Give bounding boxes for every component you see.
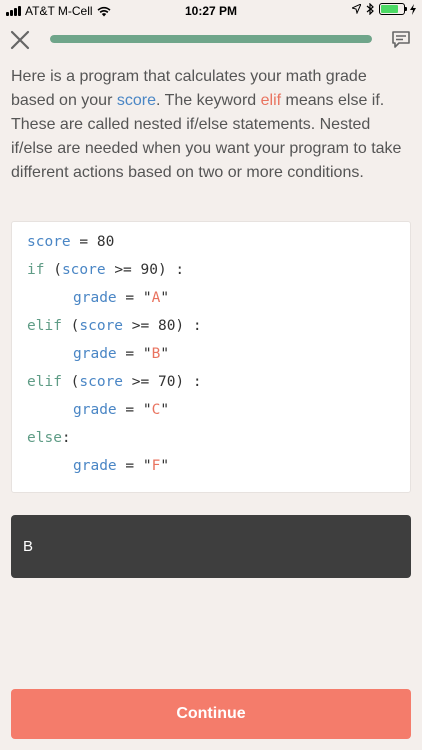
lesson-description: Here is a program that calculates your m… [11, 65, 411, 185]
code-line-5: grade = "B" [73, 346, 170, 362]
code-line-3: grade = "A" [73, 290, 170, 306]
lesson-header [0, 26, 422, 54]
charging-icon [410, 3, 416, 15]
code-block: score = 80 if (score >= 90) : grade = "A… [11, 221, 411, 493]
program-output: B [11, 515, 411, 578]
close-icon[interactable] [9, 29, 31, 51]
bluetooth-icon [366, 3, 374, 15]
score-keyword: score [116, 92, 156, 109]
lesson-progress-bar [50, 35, 372, 43]
code-line-2: if (score >= 90) : [27, 262, 185, 278]
elif-keyword: elif [260, 92, 282, 109]
progress-fill [50, 35, 372, 43]
description-text-2: . The keyword [155, 92, 261, 109]
continue-button[interactable]: Continue [11, 689, 411, 739]
battery-fill [381, 5, 398, 13]
status-right [352, 3, 416, 15]
location-icon [352, 4, 361, 14]
comment-icon[interactable] [391, 30, 411, 50]
code-line-9: grade = "F" [73, 458, 170, 474]
code-line-6: elif (score >= 70) : [27, 374, 202, 390]
code-line-4: elif (score >= 80) : [27, 318, 202, 334]
code-line-7: grade = "C" [73, 402, 170, 418]
battery-icon [379, 3, 407, 15]
code-line-8: else: [27, 430, 71, 446]
code-line-1: score = 80 [27, 234, 115, 250]
status-bar: AT&T M-Cell 10:27 PM [0, 0, 422, 22]
